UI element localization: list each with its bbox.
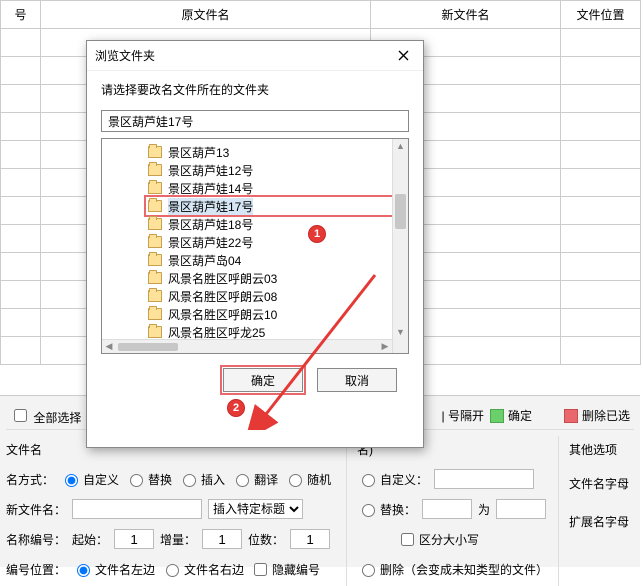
- folder-icon: [148, 326, 162, 338]
- r-custom-radio[interactable]: 自定义：: [357, 471, 428, 488]
- confirm-inline-button[interactable]: 确定: [490, 407, 532, 424]
- tree-item-label: 景区葫芦娃22号: [168, 234, 253, 251]
- tree-item-label: 风景名胜区呼朗云08: [168, 288, 277, 305]
- tree-item[interactable]: 景区葫芦娃22号: [146, 233, 392, 251]
- folder-icon: [148, 164, 162, 176]
- mode-random-radio[interactable]: 随机: [284, 471, 331, 488]
- tree-item-label: 景区葫芦岛04: [168, 252, 241, 269]
- folder-tree[interactable]: 景区葫芦13景区葫芦娃12号景区葫芦娃14号景区葫芦娃17号景区葫芦娃18号景区…: [101, 138, 409, 354]
- r-case-checkbox[interactable]: 区分大小写: [397, 530, 479, 549]
- close-icon: [398, 50, 409, 61]
- tree-item[interactable]: 景区葫芦娃17号: [146, 197, 392, 215]
- digits-label: 位数：: [248, 531, 284, 548]
- folder-icon: [148, 236, 162, 248]
- tree-item[interactable]: 风景名胜区呼朗云10: [146, 305, 392, 323]
- folder-icon: [148, 146, 162, 158]
- dialog-title: 浏览文件夹: [95, 47, 155, 64]
- tree-item[interactable]: 景区葫芦岛04: [146, 251, 392, 269]
- delete-selected-button[interactable]: 删除已选: [564, 407, 630, 424]
- folder-icon: [148, 290, 162, 302]
- tree-item-label: 风景名胜区呼朗云03: [168, 270, 277, 287]
- step-input[interactable]: [202, 529, 242, 549]
- r-replace-radio[interactable]: 替换：: [357, 501, 416, 518]
- ext-suffix-label: 扩展名字母: [569, 513, 629, 530]
- selected-path-input[interactable]: [101, 110, 409, 132]
- close-button[interactable]: [391, 46, 415, 66]
- ok-button[interactable]: 确定: [223, 368, 303, 392]
- tree-item-label: 景区葫芦娃14号: [168, 180, 253, 197]
- tree-item[interactable]: 风景名胜区呼朗云08: [146, 287, 392, 305]
- folder-icon: [148, 218, 162, 230]
- tree-item[interactable]: 景区葫芦娃12号: [146, 161, 392, 179]
- browse-folder-dialog: 浏览文件夹 请选择要改名文件所在的文件夹 景区葫芦13景区葫芦娃12号景区葫芦娃…: [86, 40, 424, 448]
- tree-item-label: 风景名胜区呼龙25: [168, 324, 265, 341]
- tree-item-label: 景区葫芦13: [168, 144, 229, 161]
- scroll-left-icon[interactable]: ◀: [102, 341, 116, 352]
- tree-item-label: 景区葫芦娃12号: [168, 162, 253, 179]
- col-location[interactable]: 文件位置: [561, 1, 641, 29]
- step-label: 增量：: [160, 531, 196, 548]
- folder-icon: [148, 182, 162, 194]
- cancel-button[interactable]: 取消: [317, 368, 397, 392]
- folder-icon: [148, 308, 162, 320]
- tree-item[interactable]: 景区葫芦13: [146, 143, 392, 161]
- r-to-label: 为: [478, 501, 490, 518]
- tree-item-label: 景区葫芦娃17号: [168, 198, 253, 215]
- delete-icon: [564, 409, 578, 423]
- newname-label: 新文件名：: [6, 501, 66, 518]
- col-original[interactable]: 原文件名: [41, 1, 371, 29]
- tree-item-label: 景区葫芦娃18号: [168, 216, 253, 233]
- mode-custom-radio[interactable]: 自定义: [60, 471, 119, 488]
- annotation-badge-2: 2: [227, 399, 245, 417]
- vertical-scrollbar[interactable]: ▲ ▼: [392, 139, 408, 353]
- start-input[interactable]: [114, 529, 154, 549]
- other-options-label: 其他选项: [569, 441, 617, 458]
- pos-left-radio[interactable]: 文件名左边: [72, 561, 155, 578]
- pos-right-radio[interactable]: 文件名右边: [161, 561, 244, 578]
- mode-replace-radio[interactable]: 替换: [125, 471, 172, 488]
- name-num-label: 名称编号：: [6, 531, 66, 548]
- scroll-right-icon[interactable]: ▶: [378, 341, 392, 352]
- newname-input[interactable]: [72, 499, 202, 519]
- digits-input[interactable]: [290, 529, 330, 549]
- sep-label: | 号隔开: [442, 407, 484, 424]
- folder-icon: [148, 200, 162, 212]
- tree-item[interactable]: 景区葫芦娃14号: [146, 179, 392, 197]
- check-icon: [490, 409, 504, 423]
- select-all-checkbox[interactable]: 全部选择: [10, 406, 81, 426]
- col-num[interactable]: 号: [1, 1, 41, 29]
- naming-mode-label: 名方式：: [6, 471, 54, 488]
- mode-translate-radio[interactable]: 翻译: [231, 471, 278, 488]
- pos-label: 编号位置：: [6, 561, 66, 578]
- filename-section-label: 文件名: [6, 441, 42, 458]
- start-label: 起始：: [72, 531, 108, 548]
- mode-insert-radio[interactable]: 插入: [178, 471, 225, 488]
- tree-item[interactable]: 景区葫芦娃18号: [146, 215, 392, 233]
- r-replace-to-input[interactable]: [496, 499, 546, 519]
- dialog-prompt: 请选择要改名文件所在的文件夹: [101, 81, 409, 98]
- scroll-down-icon[interactable]: ▼: [393, 325, 408, 339]
- insert-title-select[interactable]: 插入特定标题: [208, 499, 303, 519]
- tree-item[interactable]: 风景名胜区呼朗云03: [146, 269, 392, 287]
- annotation-badge-1: 1: [308, 225, 326, 243]
- filename-suffix-label: 文件名字母: [569, 475, 629, 492]
- folder-icon: [148, 254, 162, 266]
- tree-item-label: 风景名胜区呼朗云10: [168, 306, 277, 323]
- r-custom-input[interactable]: [434, 469, 534, 489]
- scroll-up-icon[interactable]: ▲: [393, 139, 408, 153]
- horizontal-scrollbar[interactable]: ◀ ▶: [102, 339, 392, 353]
- hscroll-thumb[interactable]: [118, 343, 178, 351]
- scroll-thumb[interactable]: [395, 194, 406, 229]
- col-newname[interactable]: 新文件名: [371, 1, 561, 29]
- pos-hide-checkbox[interactable]: 隐藏编号: [250, 560, 320, 579]
- r-replace-from-input[interactable]: [422, 499, 472, 519]
- r-delete-radio[interactable]: 删除（会变成未知类型的文件）: [357, 561, 548, 578]
- folder-icon: [148, 272, 162, 284]
